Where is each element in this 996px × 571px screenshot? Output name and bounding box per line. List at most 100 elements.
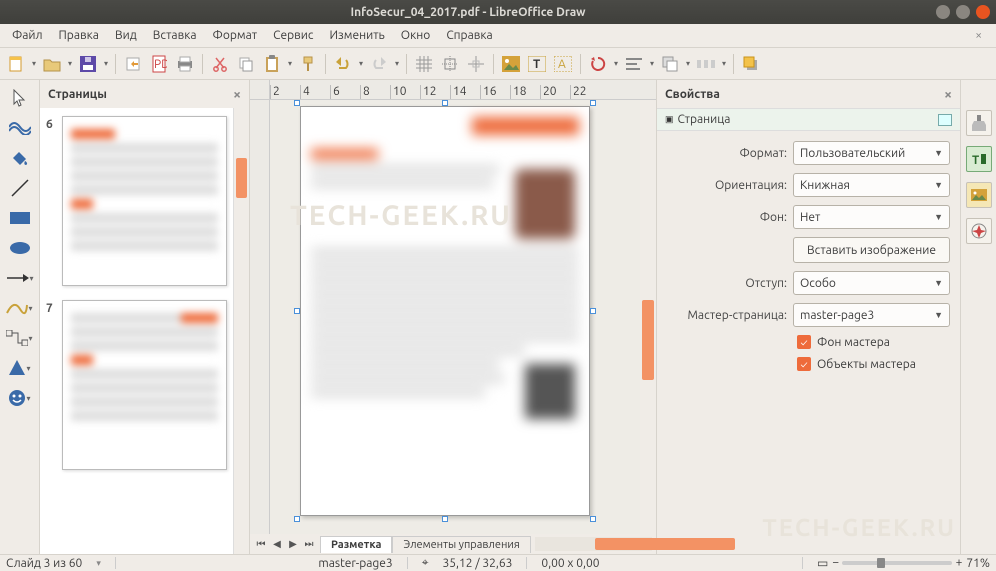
connector-tool-icon[interactable]: ▾ xyxy=(6,326,34,350)
menu-file[interactable]: Файл xyxy=(4,26,51,45)
new-dropdown[interactable]: ▾ xyxy=(30,59,38,68)
tab-layout[interactable]: Разметка xyxy=(320,536,392,553)
open-icon[interactable] xyxy=(40,52,64,76)
save-icon[interactable] xyxy=(76,52,100,76)
line-color-icon[interactable] xyxy=(6,116,34,140)
sidebar-navigator-icon[interactable] xyxy=(966,218,992,244)
menu-help[interactable]: Справка xyxy=(438,26,500,45)
status-dropdown-icon[interactable]: ▾ xyxy=(96,558,101,569)
arrow-tool-icon[interactable]: ▾ xyxy=(6,266,34,290)
pages-scrollbar[interactable] xyxy=(233,108,249,554)
master-bg-label: Фон мастера xyxy=(817,336,890,349)
arrange-dropdown[interactable]: ▾ xyxy=(684,59,692,68)
helplines-move-icon[interactable] xyxy=(464,52,488,76)
menu-edit[interactable]: Правка xyxy=(51,26,107,45)
properties-close[interactable]: × xyxy=(944,86,952,102)
rectangle-tool-icon[interactable] xyxy=(6,206,34,230)
master-objects-label: Объекты мастера xyxy=(817,358,916,371)
main-area: ▾ ▾ ▾ ▾ ▾ Страницы × 6 7 xyxy=(0,80,996,554)
prev-sheet-button[interactable]: ◀ xyxy=(270,538,284,550)
cut-icon[interactable] xyxy=(208,52,232,76)
new-icon[interactable] xyxy=(4,52,28,76)
symbol-shapes-icon[interactable]: ▾ xyxy=(6,386,34,410)
rotate-dropdown[interactable]: ▾ xyxy=(612,59,620,68)
fit-page-icon[interactable]: ▭ xyxy=(817,556,828,570)
select-tool-icon[interactable] xyxy=(6,86,34,110)
menu-view[interactable]: Вид xyxy=(107,26,145,45)
align-icon[interactable] xyxy=(622,52,646,76)
canvas-bottom-bar: ⏮ ◀ ▶ ⏭ Разметка Элементы управления xyxy=(250,534,656,554)
fill-color-icon[interactable] xyxy=(6,146,34,170)
canvas-vertical-scrollbar[interactable] xyxy=(640,100,656,534)
document-page[interactable] xyxy=(300,106,590,516)
first-sheet-button[interactable]: ⏮ xyxy=(254,538,268,550)
paste-icon[interactable] xyxy=(260,52,284,76)
sidebar-tabs: T xyxy=(960,80,996,554)
next-sheet-button[interactable]: ▶ xyxy=(286,538,300,550)
curve-tool-icon[interactable]: ▾ xyxy=(6,296,34,320)
maximize-button[interactable] xyxy=(956,5,970,19)
line-tool-icon[interactable] xyxy=(6,176,34,200)
minimize-button[interactable] xyxy=(936,5,950,19)
clone-format-icon[interactable] xyxy=(296,52,320,76)
zoom-slider[interactable]: − + xyxy=(842,561,952,565)
snap-helplines-icon[interactable] xyxy=(438,52,462,76)
sidebar-properties-icon[interactable] xyxy=(966,110,992,136)
paste-dropdown[interactable]: ▾ xyxy=(286,59,294,68)
canvas-horizontal-scrollbar[interactable] xyxy=(535,537,652,551)
export-icon[interactable] xyxy=(121,52,145,76)
sidebar-gallery-icon[interactable] xyxy=(966,182,992,208)
redo-icon[interactable] xyxy=(367,52,391,76)
distribute-icon[interactable] xyxy=(694,52,718,76)
open-dropdown[interactable]: ▾ xyxy=(66,59,74,68)
pages-panel-close[interactable]: × xyxy=(233,86,241,102)
status-position: 35,12 / 32,63 xyxy=(442,557,512,570)
zoom-value[interactable]: 71% xyxy=(966,557,990,570)
last-sheet-button[interactable]: ⏭ xyxy=(302,538,316,550)
master-page-dropdown[interactable]: master-page3▼ xyxy=(793,303,950,327)
basic-shapes-icon[interactable]: ▾ xyxy=(6,356,34,380)
shadow-icon[interactable] xyxy=(739,52,763,76)
horizontal-ruler[interactable]: 246810121416182022 xyxy=(270,80,656,100)
redo-dropdown[interactable]: ▾ xyxy=(393,59,401,68)
save-dropdown[interactable]: ▾ xyxy=(102,59,110,68)
section-page[interactable]: ▣ Страница xyxy=(657,108,960,131)
menu-modify[interactable]: Изменить xyxy=(321,26,392,45)
document-close-x[interactable]: × xyxy=(965,26,992,45)
undo-dropdown[interactable]: ▾ xyxy=(357,59,365,68)
grid-icon[interactable] xyxy=(412,52,436,76)
page-thumbnail-6[interactable]: 6 xyxy=(46,116,227,286)
print-icon[interactable] xyxy=(173,52,197,76)
canvas-viewport[interactable] xyxy=(270,100,640,534)
align-dropdown[interactable]: ▾ xyxy=(648,59,656,68)
vertical-ruler[interactable] xyxy=(250,100,270,534)
distribute-dropdown[interactable]: ▾ xyxy=(720,59,728,68)
master-bg-checkbox[interactable]: ✓ xyxy=(797,335,811,349)
menu-format[interactable]: Формат xyxy=(205,26,266,45)
orientation-dropdown[interactable]: Книжная▼ xyxy=(793,173,950,197)
insert-image-icon[interactable] xyxy=(499,52,523,76)
background-dropdown[interactable]: Нет▼ xyxy=(793,205,950,229)
rotate-icon[interactable] xyxy=(586,52,610,76)
menu-window[interactable]: Окно xyxy=(393,26,439,45)
master-objects-checkbox[interactable]: ✓ xyxy=(797,357,811,371)
pages-list[interactable]: 6 7 xyxy=(40,108,233,554)
margin-dropdown[interactable]: Особо▼ xyxy=(793,271,950,295)
menu-tools[interactable]: Сервис xyxy=(265,26,321,45)
section-more-icon[interactable] xyxy=(938,114,952,126)
copy-icon[interactable] xyxy=(234,52,258,76)
arrange-icon[interactable] xyxy=(658,52,682,76)
ellipse-tool-icon[interactable] xyxy=(6,236,34,260)
undo-icon[interactable] xyxy=(331,52,355,76)
insert-fontwork-icon[interactable]: A xyxy=(551,52,575,76)
sidebar-styles-icon[interactable]: T xyxy=(966,146,992,172)
orientation-label: Ориентация: xyxy=(667,179,787,192)
insert-textbox-icon[interactable]: T xyxy=(525,52,549,76)
tab-controls[interactable]: Элементы управления xyxy=(392,536,530,553)
menu-insert[interactable]: Вставка xyxy=(145,26,205,45)
close-button[interactable] xyxy=(976,5,990,19)
insert-image-button[interactable]: Вставить изображение xyxy=(793,237,950,263)
export-pdf-icon[interactable]: PDF xyxy=(147,52,171,76)
format-dropdown[interactable]: Пользовательский▼ xyxy=(793,141,950,165)
page-thumbnail-7[interactable]: 7 xyxy=(46,300,227,470)
